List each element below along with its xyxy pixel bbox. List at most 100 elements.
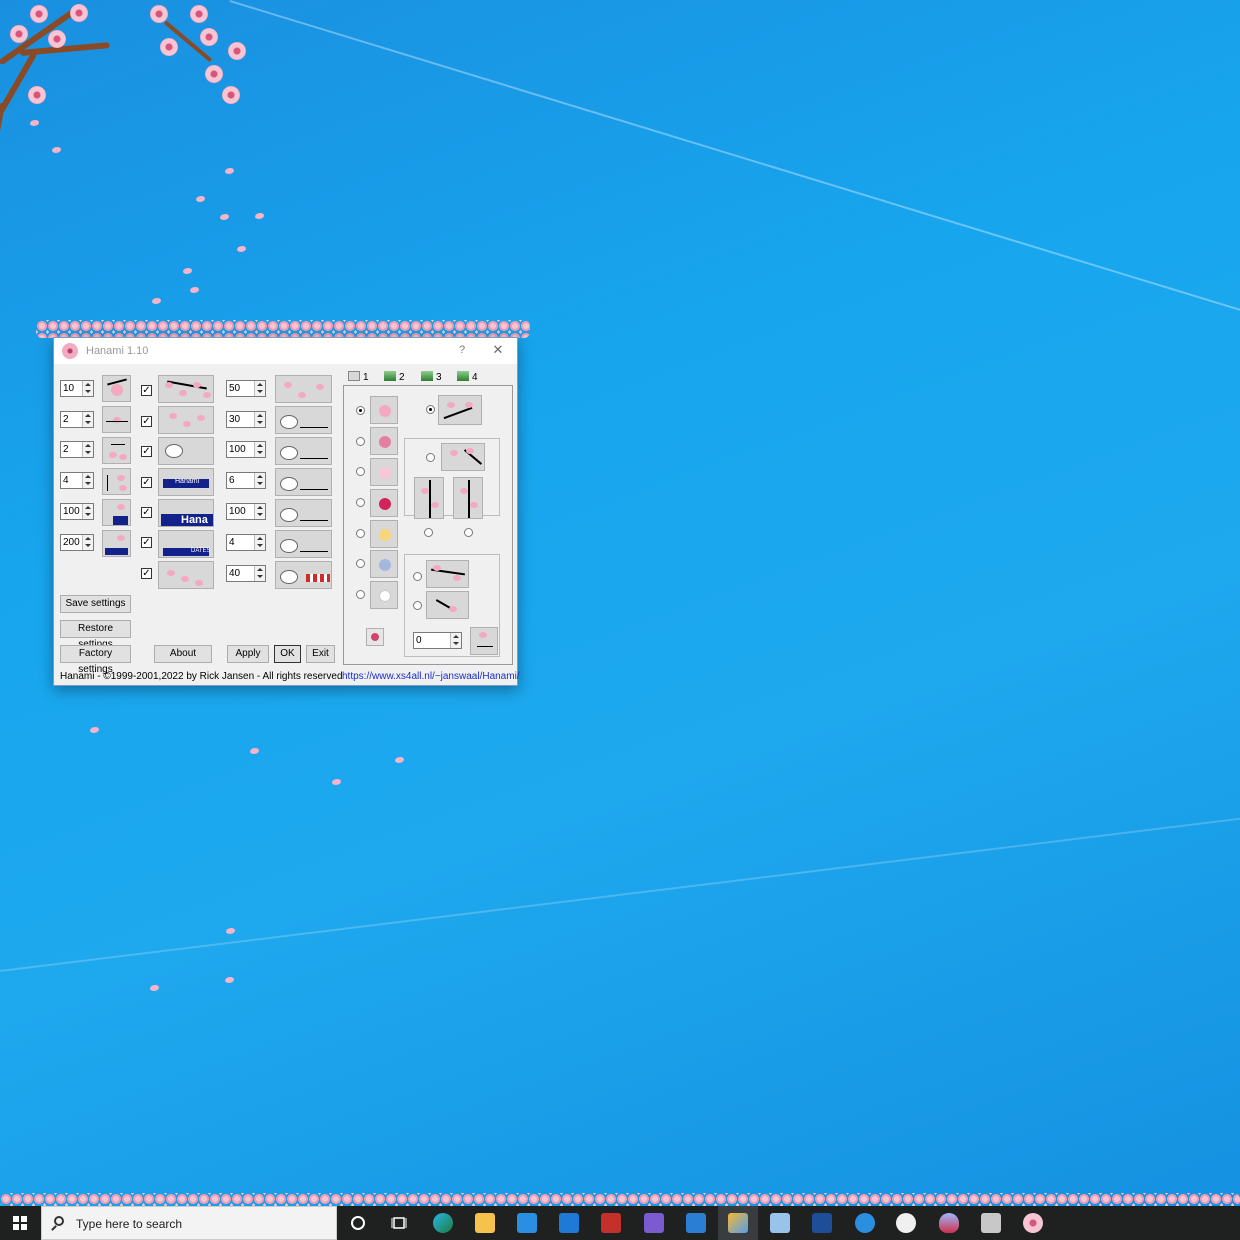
spinner-branch-size[interactable]: 50 [226,380,266,397]
white-flower-icon [370,581,398,609]
settings-gear-icon[interactable] [855,1213,875,1233]
dates-height-icon [102,530,131,557]
branch-radio-right-vertical[interactable] [464,528,473,537]
spinner-windsock[interactable]: 40 [226,565,266,582]
close-button[interactable]: ✕ [490,342,506,358]
pile-radio-2[interactable] [413,601,422,610]
petal-ledge [0,1193,1240,1206]
flower-radio-7[interactable] [356,590,365,599]
flower-radio-2[interactable] [356,437,365,446]
flower-radio-1[interactable] [356,406,365,415]
tab-1[interactable]: 1 [348,370,369,386]
spinner-dates-height[interactable]: 200 [60,534,94,551]
light-beam [0,811,1240,972]
wind-frequency-icon [275,437,332,465]
search-placeholder: Type here to search [76,1217,183,1231]
flower-radio-3[interactable] [356,467,365,476]
factory-settings-button[interactable]: Factory settings [60,645,131,675]
spinner-fall-speed[interactable]: 4 [60,472,94,489]
wind-gust-icon [275,499,332,527]
branch-size-icon [275,375,332,403]
notepad-icon[interactable] [770,1213,790,1233]
wind-strength-icon [275,406,332,434]
remote-desktop-icon[interactable] [981,1213,1001,1233]
flame-icon[interactable] [939,1213,959,1233]
task-view-icon[interactable] [389,1213,409,1233]
exit-button[interactable]: Exit [306,645,335,663]
branch-default-icon [438,395,482,425]
banner-text: Hanami [175,478,200,485]
light-beam [229,0,1240,318]
branch-preview-icon [158,375,214,403]
spinner-petal-speed[interactable]: 2 [60,411,94,428]
tab-3[interactable]: 3 [421,370,442,386]
paint-icon[interactable] [728,1213,748,1233]
visual-studio-icon[interactable] [644,1213,664,1233]
enable-petals-checkbox[interactable]: ✓ [141,416,152,427]
start-button[interactable] [0,1206,41,1240]
big-banner-preview-icon: Hana [158,499,214,527]
file-explorer-icon[interactable] [475,1213,495,1233]
title-bar[interactable]: Hanami 1.10 ? ✕ [54,338,517,364]
store-icon[interactable] [517,1213,537,1233]
enable-big-banner-checkbox[interactable]: ✓ [141,507,152,518]
mail-icon[interactable] [559,1213,579,1233]
tab-2[interactable]: 2 [384,370,405,386]
spinner-pile-height[interactable]: 100 [60,503,94,520]
spinner-wind-duration[interactable]: 6 [226,472,266,489]
windows-logo-icon [13,1216,27,1230]
spinner-wind[interactable]: 2 [60,441,94,458]
petal-speed-icon [102,406,131,433]
flower-radio-5[interactable] [356,529,365,538]
spinner-wind-variation[interactable]: 4 [226,534,266,551]
spinner-wind-strength[interactable]: 30 [226,411,266,428]
rose-flower-icon [370,427,398,455]
petal-count-icon [102,375,131,402]
taskbar-search-box[interactable]: Type here to search [41,1206,337,1240]
edge-icon[interactable] [433,1213,453,1233]
restore-settings-button[interactable]: Restore settings [60,620,131,650]
spinner-wind-gust[interactable]: 100 [226,503,266,520]
dates-text: DATES [191,548,211,554]
petals-preview-icon [158,406,214,434]
branch-tab-icon [384,371,396,381]
hanami-icon[interactable] [1023,1213,1043,1233]
ok-button[interactable]: OK [274,645,301,663]
enable-dates-checkbox[interactable]: ✓ [141,537,152,548]
about-button[interactable]: About [154,645,212,663]
vscode-icon[interactable] [686,1213,706,1233]
spinner-wind-frequency[interactable]: 100 [226,441,266,458]
cortana-icon[interactable] [348,1213,368,1233]
website-link[interactable]: https://www.xs4all.nl/~janswaal/Hanami/ [342,671,520,682]
branch-tab-icon [421,371,433,381]
branch-left-vertical-icon [414,477,444,519]
spinner-petal-count[interactable]: 10 [60,380,94,397]
pile-style-2-icon [426,591,469,619]
dates-preview-icon: DATES [158,530,214,558]
scissors-button-icon[interactable] [366,628,384,646]
powershell-icon[interactable] [812,1213,832,1233]
save-settings-button[interactable]: Save settings [60,595,131,613]
enable-banner-checkbox[interactable]: ✓ [141,477,152,488]
branch-offset-icon [470,627,498,655]
enable-pile-checkbox[interactable]: ✓ [141,568,152,579]
tab-4[interactable]: 4 [457,370,478,386]
pile-radio-1[interactable] [413,572,422,581]
search-icon [54,1216,64,1226]
branch-radio-right[interactable] [426,453,435,462]
pink-flower-icon [370,396,398,424]
apply-button[interactable]: Apply [227,645,269,663]
blue-flower-icon [370,550,398,578]
branch-right-icon [441,443,485,471]
enable-wind-checkbox[interactable]: ✓ [141,446,152,457]
office-icon[interactable] [601,1213,621,1233]
branch-radio-left-vertical[interactable] [424,528,433,537]
help-button[interactable]: ? [455,344,469,356]
itunes-icon[interactable] [896,1213,916,1233]
copyright-status: Hanami - ©1999-2001,2022 by Rick Jansen … [60,671,343,682]
branch-radio-default[interactable] [426,405,435,414]
enable-branch-checkbox[interactable]: ✓ [141,385,152,396]
spinner-branch-offset[interactable]: 0 [413,632,462,649]
flower-radio-6[interactable] [356,559,365,568]
flower-radio-4[interactable] [356,498,365,507]
